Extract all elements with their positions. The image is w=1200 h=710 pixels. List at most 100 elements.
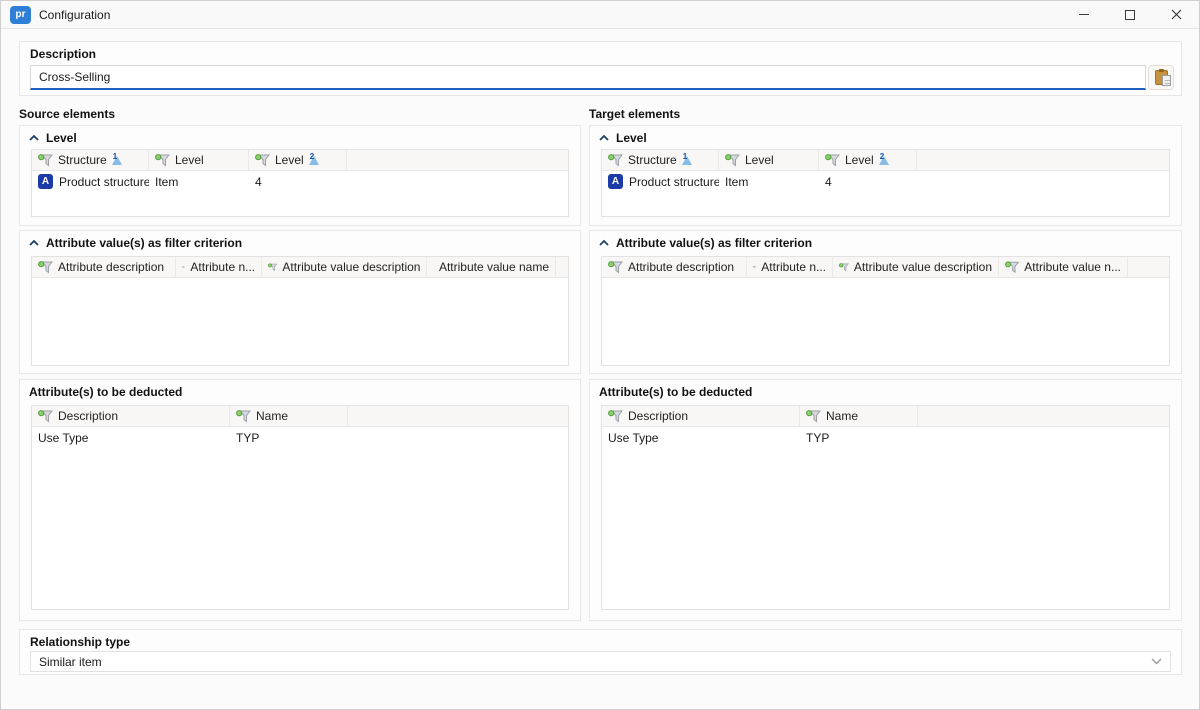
target-deducted-panel: Attribute(s) to be deducted Description … (589, 379, 1182, 621)
collapse-icon[interactable] (599, 134, 609, 142)
table-row[interactable]: AProduct structure Item 4 (32, 171, 568, 192)
configuration-window: pr Configuration Description Source elem… (0, 0, 1200, 710)
column-header-description[interactable]: Description (32, 406, 230, 426)
collapse-icon[interactable] (29, 134, 39, 142)
column-label: Attribute value description (282, 260, 420, 274)
clipboard-paper-icon (1162, 75, 1171, 86)
window-title: Configuration (39, 8, 110, 22)
filter-icon (608, 410, 623, 423)
source-attribute-filter-header[interactable]: Attribute value(s) as filter criterion (20, 231, 580, 253)
column-header-level[interactable]: Level (149, 150, 249, 170)
column-header-level-num[interactable]: Level 2 (819, 150, 917, 170)
chevron-down-icon (1151, 658, 1162, 665)
column-header-name[interactable]: Name (800, 406, 918, 426)
sort-ascending-icon: 1 (112, 155, 123, 165)
target-level-panel: Level Structure 1 Level Level 2 (589, 125, 1182, 226)
column-label: Name (256, 409, 288, 423)
name-cell: TYP (230, 431, 348, 445)
column-header-attribute-description[interactable]: Attribute description (602, 257, 747, 277)
structure-cell: Product structure (629, 175, 719, 189)
source-attribute-filter-title: Attribute value(s) as filter criterion (46, 236, 242, 250)
paste-button[interactable] (1148, 65, 1174, 90)
filter-icon (38, 410, 53, 423)
source-level-panel: Level Structure 1 Level Level 2 (19, 125, 581, 226)
minimize-icon (1079, 14, 1089, 15)
window-controls (1061, 1, 1199, 29)
description-label: Description (30, 47, 96, 61)
level-num-cell: 4 (249, 175, 347, 189)
column-header-attribute-name[interactable]: Attribute n... (747, 257, 833, 277)
relationship-type-select[interactable]: Similar item (30, 651, 1171, 672)
column-header-empty (347, 150, 568, 170)
column-header-structure[interactable]: Structure 1 (602, 150, 719, 170)
column-header-attribute-value-name[interactable]: Attribute value name (427, 257, 556, 277)
filter-icon (608, 154, 623, 167)
source-deducted-title: Attribute(s) to be deducted (29, 385, 182, 399)
column-label: Attribute value description (854, 260, 992, 274)
column-label: Description (58, 409, 118, 423)
column-label: Attribute description (58, 260, 164, 274)
column-label: Attribute value n... (1024, 260, 1121, 274)
column-header-attribute-description[interactable]: Attribute description (32, 257, 176, 277)
filter-icon (839, 261, 849, 274)
target-attribute-filter-panel: Attribute value(s) as filter criterion A… (589, 230, 1182, 374)
description-input[interactable] (30, 65, 1146, 90)
target-attribute-filter-header[interactable]: Attribute value(s) as filter criterion (590, 231, 1181, 253)
column-header-empty (917, 150, 1169, 170)
source-level-header[interactable]: Level (20, 126, 580, 148)
filter-icon (182, 261, 185, 274)
column-header-structure[interactable]: Structure 1 (32, 150, 149, 170)
table-header-row: Attribute description Attribute n... Att… (602, 257, 1169, 278)
source-deducted-header: Attribute(s) to be deducted (20, 380, 580, 402)
collapse-icon[interactable] (29, 239, 39, 247)
collapse-icon[interactable] (599, 239, 609, 247)
filter-icon (38, 154, 53, 167)
column-label: Name (826, 409, 858, 423)
column-header-attribute-value-description[interactable]: Attribute value description (833, 257, 999, 277)
filter-icon (236, 410, 251, 423)
column-header-description[interactable]: Description (602, 406, 800, 426)
filter-icon (806, 410, 821, 423)
column-header-attribute-name[interactable]: Attribute n... (176, 257, 262, 277)
target-deducted-title: Attribute(s) to be deducted (599, 385, 752, 399)
description-cell: Use Type (32, 431, 230, 445)
table-row[interactable]: Use Type TYP (602, 427, 1169, 448)
column-header-empty (556, 257, 568, 277)
relationship-type-group: Relationship type Similar item (19, 629, 1182, 675)
column-header-attribute-value-description[interactable]: Attribute value description (262, 257, 427, 277)
column-label: Attribute description (628, 260, 734, 274)
source-elements-label: Source elements (19, 107, 115, 121)
table-row[interactable]: AProduct structure Item 4 (602, 171, 1169, 192)
maximize-button[interactable] (1107, 1, 1153, 29)
level-cell: Item (149, 175, 249, 189)
source-deducted-panel: Attribute(s) to be deducted Description … (19, 379, 581, 621)
column-label: Level (745, 153, 774, 167)
sort-ascending-icon: 2 (879, 155, 890, 165)
target-elements-label: Target elements (589, 107, 680, 121)
column-label: Level (275, 153, 304, 167)
source-attribute-filter-table: Attribute description Attribute n... Att… (31, 256, 569, 366)
column-label: Structure (58, 153, 107, 167)
target-level-header[interactable]: Level (590, 126, 1181, 148)
target-level-table: Structure 1 Level Level 2 A Product struc… (601, 149, 1170, 217)
filter-icon (155, 154, 170, 167)
column-header-attribute-value-name[interactable]: Attribute value n... (999, 257, 1128, 277)
table-header-row: Description Name (602, 406, 1169, 427)
source-level-table: Structure 1 Level Level 2 AProduct struc… (31, 149, 569, 217)
column-header-level[interactable]: Level (719, 150, 819, 170)
structure-type-icon: A (608, 174, 623, 189)
column-header-empty (348, 406, 568, 426)
column-header-level-num[interactable]: Level 2 (249, 150, 347, 170)
source-attribute-filter-panel: Attribute value(s) as filter criterion A… (19, 230, 581, 374)
table-row[interactable]: Use Type TYP (32, 427, 568, 448)
column-header-name[interactable]: Name (230, 406, 348, 426)
filter-icon (268, 261, 277, 274)
filter-icon (725, 154, 740, 167)
close-icon (1171, 9, 1182, 20)
sort-ascending-icon: 1 (682, 155, 693, 165)
filter-icon (753, 261, 756, 274)
table-header-row: Description Name (32, 406, 568, 427)
column-label: Attribute n... (761, 260, 826, 274)
minimize-button[interactable] (1061, 1, 1107, 29)
close-button[interactable] (1153, 1, 1199, 29)
